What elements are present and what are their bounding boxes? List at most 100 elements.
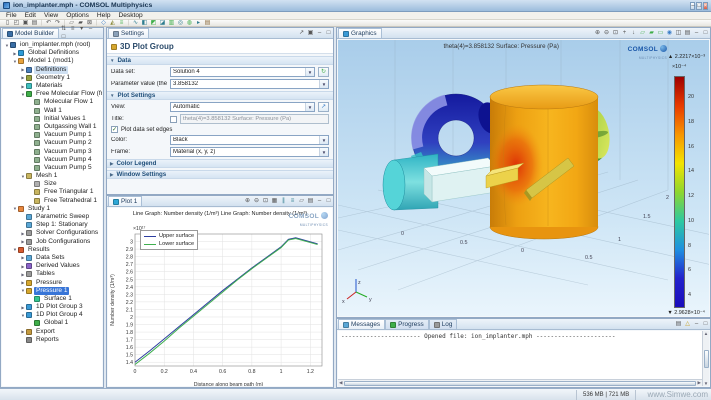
plot-arrow-icon[interactable]: ◪ [158, 20, 167, 27]
title-checkbox[interactable] [170, 116, 177, 123]
first-person-icon[interactable]: ◉ [665, 30, 674, 37]
mesh-icon[interactable]: ◭ [108, 20, 117, 27]
maximize-icon[interactable]: □ [324, 198, 333, 205]
tree-item-1d-plot-group-3[interactable]: ▶1D Plot Group 3 [4, 303, 102, 311]
tab-progress[interactable]: Progress [385, 319, 429, 329]
compute-icon[interactable]: ≡ [117, 20, 126, 27]
go-to-view-icon[interactable]: ↓ [629, 30, 638, 37]
x-log-icon[interactable]: ∥ [279, 198, 288, 205]
tree-item-derived-values[interactable]: ▶Derived Values [4, 262, 102, 270]
minimize-icon[interactable]: – [315, 30, 324, 37]
tree-item-job-configurations[interactable]: ▶Job Configurations [4, 238, 102, 246]
zoom-out-icon[interactable]: ⊖ [252, 198, 261, 205]
undo-icon[interactable]: ↶ [44, 20, 53, 27]
maximize-icon[interactable]: □ [324, 30, 333, 37]
animate-icon[interactable]: ▸ [194, 20, 203, 27]
axis-limits-icon[interactable]: ▦ [270, 198, 279, 205]
plot-surface-icon[interactable]: ◧ [140, 20, 149, 27]
maximize-icon[interactable]: □ [701, 30, 710, 37]
view-select[interactable]: Automatic ▼ [170, 102, 315, 112]
maximize-icon[interactable]: □ [701, 321, 710, 328]
3d-scene[interactable]: z x y 00.500.511.52 [338, 40, 709, 316]
menu-help[interactable]: Help [93, 12, 115, 20]
plot-contour-icon[interactable]: ◎ [176, 20, 185, 27]
view-xz-icon[interactable]: ▭ [656, 30, 665, 37]
new-icon[interactable]: ▯ [3, 20, 12, 27]
tree-item-free-molecular-flow-fmf[interactable]: ▼Free Molecular Flow (fmf) [4, 90, 102, 98]
zoom-extents-icon[interactable]: ⊡ [261, 198, 270, 205]
plot-edges-checkbox[interactable]: ✓ [111, 126, 118, 133]
minimize-icon[interactable]: – [692, 321, 701, 328]
plot-slice-icon[interactable]: ▥ [167, 20, 176, 27]
snapshot-icon[interactable]: ▤ [683, 30, 692, 37]
zoom-extents-icon[interactable]: ⊡ [611, 30, 620, 37]
save-icon[interactable]: ▣ [21, 20, 30, 27]
tree-item-molecular-flow-1[interactable]: Molecular Flow 1 [4, 98, 102, 106]
zoom-in-icon[interactable]: ⊕ [243, 198, 252, 205]
warning-icon[interactable]: △ [683, 321, 692, 328]
tree-item-study-1[interactable]: ▼Study 1 [4, 205, 102, 213]
tree-item-step-1-stationary[interactable]: Step 1: Stationary [4, 221, 102, 229]
graphics-tab[interactable]: Graphics [338, 28, 382, 38]
refresh-solution-button[interactable]: ↻ [318, 67, 329, 77]
tree-item-parametric-sweep[interactable]: Parametric Sweep [4, 213, 102, 221]
data-set-select[interactable]: Solution 4 ▼ [170, 67, 315, 77]
maximize-button[interactable]: □ [696, 2, 701, 10]
filter-icon[interactable]: ▾ [77, 26, 86, 33]
tree-item-vacuum-pump-1[interactable]: Vacuum Pump 1 [4, 131, 102, 139]
show-options-icon[interactable]: ≡ [68, 26, 77, 33]
tree-item-free-tetrahedral-1[interactable]: Free Tetrahedral 1 [4, 197, 102, 205]
tab-log[interactable]: Log [429, 319, 458, 329]
menu-options[interactable]: Options [62, 12, 93, 20]
detach-icon[interactable]: ↗ [297, 30, 306, 37]
tree-item-materials[interactable]: ▶Materials [4, 82, 102, 90]
minimize-icon[interactable]: – [315, 198, 324, 205]
plot-line-icon[interactable]: ∿ [131, 20, 140, 27]
tree-item-ion-implanter-mph-root[interactable]: ▼ion_implanter.mph (root) [4, 41, 102, 49]
open-icon[interactable]: ◰ [12, 20, 21, 27]
snapshot-icon[interactable]: ▤ [306, 198, 315, 205]
tree-item-results[interactable]: ▼Results [4, 246, 102, 254]
import-icon[interactable]: ▤ [30, 20, 39, 27]
plot1-tab[interactable]: Plot 1 [108, 196, 142, 206]
section-plot-settings[interactable]: ▼ Plot Settings [107, 91, 333, 100]
transparency-icon[interactable]: ◫ [674, 30, 683, 37]
tree-item-global-1[interactable]: Global 1 [4, 319, 102, 327]
tree-item-definitions[interactable]: ▶Definitions [4, 66, 102, 74]
clear-icon[interactable]: ▤ [674, 321, 683, 328]
tree-item-solver-configurations[interactable]: ▶Solver Configurations [4, 229, 102, 237]
minimize-button[interactable]: – [690, 2, 695, 10]
vertical-scrollbar[interactable]: ▲▼ [702, 331, 709, 386]
zoom-out-icon[interactable]: ⊖ [602, 30, 611, 37]
copy-image-icon[interactable]: ▱ [297, 198, 306, 205]
section-window-settings[interactable]: ▶ Window Settings [107, 170, 333, 179]
pan-icon[interactable]: + [620, 30, 629, 37]
tree-item-size[interactable]: Size [4, 180, 102, 188]
frame-select[interactable]: Material (x, y, z) ▼ [170, 147, 329, 157]
tree-item-initial-values-1[interactable]: Initial Values 1 [4, 115, 102, 123]
view-xy-icon[interactable]: ▱ [638, 30, 647, 37]
tree-item-mesh-1[interactable]: ▼Mesh 1 [4, 172, 102, 180]
tree-item-outgassing-wall-1[interactable]: Outgassing Wall 1 [4, 123, 102, 131]
y-log-icon[interactable]: ≡ [288, 198, 297, 205]
tree-item-model-1-mod1[interactable]: ▼Model 1 (mod1) [4, 57, 102, 65]
tree-item-pressure-1[interactable]: ▼Pressure 1 [4, 287, 102, 295]
section-data[interactable]: ▼ Data [107, 56, 333, 65]
menu-file[interactable]: File [2, 12, 21, 20]
tree-item-1d-plot-group-4[interactable]: ▼1D Plot Group 4 [4, 311, 102, 319]
tree-item-vacuum-pump-2[interactable]: Vacuum Pump 2 [4, 139, 102, 147]
settings-tab[interactable]: Settings [108, 28, 149, 38]
close-button[interactable]: × [703, 2, 708, 10]
tree-item-vacuum-pump-3[interactable]: Vacuum Pump 3 [4, 147, 102, 155]
tree-item-surface-1[interactable]: Surface 1 [4, 295, 102, 303]
tab-messages[interactable]: Messages [338, 319, 385, 329]
go-to-view-button[interactable]: ↗ [318, 102, 329, 112]
help-icon[interactable]: ▣ [306, 30, 315, 37]
horizontal-scrollbar[interactable]: ◀▶ [338, 379, 702, 386]
tree-item-wall-1[interactable]: Wall 1 [4, 107, 102, 115]
parameter-value-select[interactable]: 3.858132 ▼ [170, 79, 329, 89]
plot-volume-icon[interactable]: ◩ [149, 20, 158, 27]
plot-iso-icon[interactable]: ◍ [185, 20, 194, 27]
color-select[interactable]: Black ▼ [170, 135, 329, 145]
minimize-icon[interactable]: – [86, 26, 95, 33]
